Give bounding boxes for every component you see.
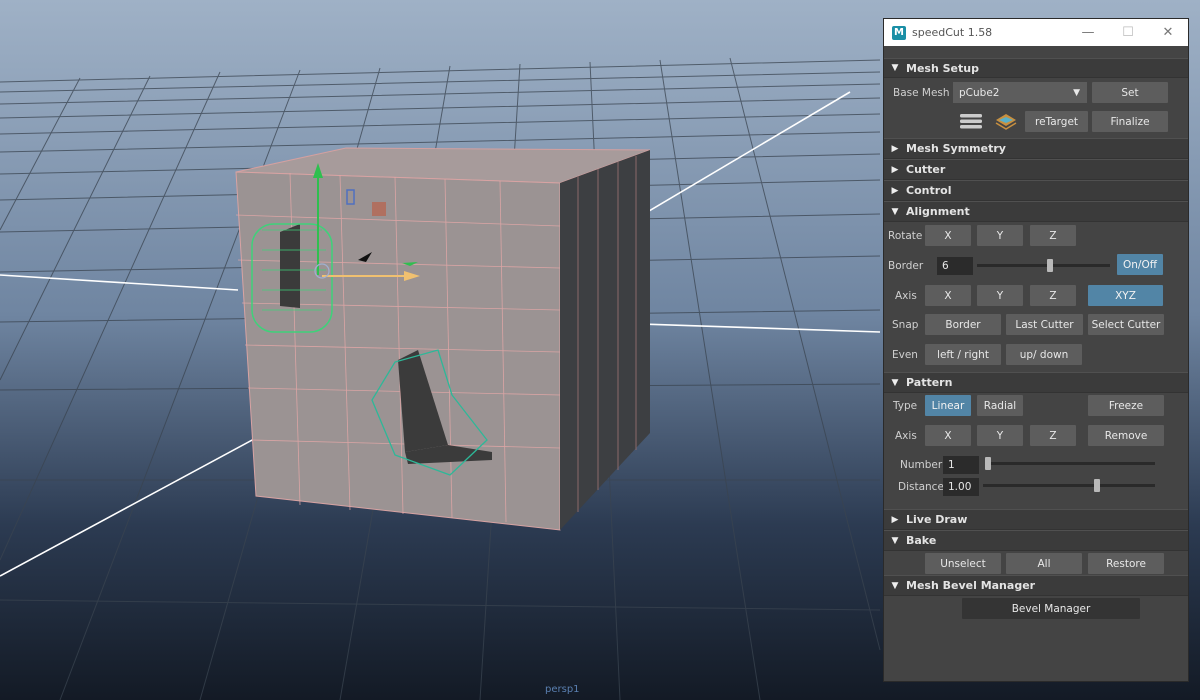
type-label: Type bbox=[893, 400, 918, 412]
list-icon[interactable] bbox=[959, 112, 983, 130]
section-title: Mesh Setup bbox=[906, 61, 979, 75]
set-button[interactable]: Set bbox=[1092, 82, 1168, 103]
pattern-axis-y-button[interactable]: Y bbox=[977, 425, 1023, 446]
expanded-triangle-icon: ▼ bbox=[891, 580, 899, 591]
even-left-right-button[interactable]: left / right bbox=[925, 344, 1001, 365]
speedcut-window: M speedCut 1.58 — ☐ ✕ ▼ Mesh Setup Base … bbox=[883, 18, 1189, 682]
expanded-triangle-icon: ▼ bbox=[891, 206, 899, 217]
mesh-setup-body: Base Mesh pCube2 ▼ Set reTarget Finalize bbox=[884, 78, 1188, 138]
dropdown-value: pCube2 bbox=[959, 86, 1000, 99]
close-button[interactable]: ✕ bbox=[1148, 19, 1188, 46]
section-alignment[interactable]: ▼ Alignment bbox=[884, 201, 1188, 222]
section-control[interactable]: ▶ Control bbox=[884, 180, 1188, 201]
pattern-remove-button[interactable]: Remove bbox=[1088, 425, 1164, 446]
even-up-down-button[interactable]: up/ down bbox=[1006, 344, 1082, 365]
section-title: Live Draw bbox=[906, 513, 968, 526]
bevel-body: Bevel Manager bbox=[884, 596, 1188, 626]
collapsed-triangle-icon: ▶ bbox=[891, 514, 899, 525]
alignment-body: Rotate X Y Z Border 6 On/Off Axis X Y Z … bbox=[884, 222, 1188, 372]
axis-label: Axis bbox=[895, 290, 917, 302]
window-titlebar[interactable]: M speedCut 1.58 — ☐ ✕ bbox=[884, 19, 1188, 46]
distance-label: Distance bbox=[898, 481, 944, 493]
finalize-button[interactable]: Finalize bbox=[1092, 111, 1168, 132]
rotate-y-button[interactable]: Y bbox=[977, 225, 1023, 246]
collapsed-triangle-icon: ▶ bbox=[891, 164, 899, 175]
slider-handle[interactable] bbox=[1047, 259, 1053, 272]
pattern-linear-button[interactable]: Linear bbox=[925, 395, 971, 416]
rotate-label: Rotate bbox=[888, 230, 923, 242]
maximize-button[interactable]: ☐ bbox=[1108, 19, 1148, 46]
even-label: Even bbox=[892, 349, 918, 361]
distance-value-field[interactable]: 1.00 bbox=[943, 478, 979, 496]
collapsed-triangle-icon: ▶ bbox=[891, 185, 899, 196]
section-live-draw[interactable]: ▶ Live Draw bbox=[884, 509, 1188, 530]
rotate-z-button[interactable]: Z bbox=[1030, 225, 1076, 246]
border-value-field[interactable]: 6 bbox=[937, 257, 973, 275]
section-mesh-setup[interactable]: ▼ Mesh Setup bbox=[884, 58, 1188, 78]
base-mesh-label: Base Mesh bbox=[893, 87, 950, 99]
collapsed-triangle-icon: ▶ bbox=[891, 143, 899, 154]
pattern-axis-label: Axis bbox=[895, 430, 917, 442]
section-title: Pattern bbox=[906, 376, 953, 389]
minimize-button[interactable]: — bbox=[1068, 19, 1108, 46]
bake-all-button[interactable]: All bbox=[1006, 553, 1082, 574]
section-title: Alignment bbox=[906, 205, 970, 218]
snap-last-cutter-button[interactable]: Last Cutter bbox=[1006, 314, 1083, 335]
border-label: Border bbox=[888, 260, 924, 272]
slider-handle[interactable] bbox=[985, 457, 991, 470]
pattern-axis-x-button[interactable]: X bbox=[925, 425, 971, 446]
number-label: Number bbox=[900, 459, 943, 471]
section-title: Bake bbox=[906, 534, 937, 547]
axis-xyz-button[interactable]: XYZ bbox=[1088, 285, 1163, 306]
border-slider[interactable] bbox=[977, 259, 1110, 272]
axis-y-button[interactable]: Y bbox=[977, 285, 1023, 306]
section-cutter[interactable]: ▶ Cutter bbox=[884, 159, 1188, 180]
snap-select-cutter-button[interactable]: Select Cutter bbox=[1088, 314, 1164, 335]
window-title: speedCut 1.58 bbox=[912, 26, 993, 39]
slider-handle[interactable] bbox=[1094, 479, 1100, 492]
snap-border-button[interactable]: Border bbox=[925, 314, 1001, 335]
section-title: Mesh Bevel Manager bbox=[906, 579, 1036, 592]
axis-x-button[interactable]: X bbox=[925, 285, 971, 306]
expanded-triangle-icon: ▼ bbox=[891, 63, 899, 73]
layers-icon[interactable] bbox=[994, 111, 1018, 131]
expanded-triangle-icon: ▼ bbox=[891, 535, 899, 546]
rotate-x-button[interactable]: X bbox=[925, 225, 971, 246]
bake-restore-button[interactable]: Restore bbox=[1088, 553, 1164, 574]
border-onoff-button[interactable]: On/Off bbox=[1117, 254, 1163, 275]
expanded-triangle-icon: ▼ bbox=[891, 377, 899, 388]
chevron-down-icon: ▼ bbox=[1073, 87, 1080, 98]
section-mesh-bevel-manager[interactable]: ▼ Mesh Bevel Manager bbox=[884, 575, 1188, 596]
pattern-body: Type Linear Radial Freeze Axis X Y Z Rem… bbox=[884, 393, 1188, 509]
number-value-field[interactable]: 1 bbox=[943, 456, 979, 474]
pattern-radial-button[interactable]: Radial bbox=[977, 395, 1023, 416]
number-slider[interactable] bbox=[985, 457, 1155, 470]
bake-body: Unselect All Restore bbox=[884, 551, 1188, 575]
base-mesh-dropdown[interactable]: pCube2 ▼ bbox=[953, 82, 1087, 103]
axis-z-button[interactable]: Z bbox=[1030, 285, 1076, 306]
section-title: Control bbox=[906, 184, 952, 197]
pattern-axis-z-button[interactable]: Z bbox=[1030, 425, 1076, 446]
bake-unselect-button[interactable]: Unselect bbox=[925, 553, 1001, 574]
camera-name-label: persp1 bbox=[545, 684, 580, 695]
snap-label: Snap bbox=[892, 319, 919, 331]
retarget-button[interactable]: reTarget bbox=[1025, 111, 1088, 132]
section-title: Cutter bbox=[906, 163, 946, 176]
maya-app-icon: M bbox=[892, 25, 906, 40]
distance-slider[interactable] bbox=[983, 479, 1155, 492]
pattern-freeze-button[interactable]: Freeze bbox=[1088, 395, 1164, 416]
section-bake[interactable]: ▼ Bake bbox=[884, 530, 1188, 551]
section-mesh-symmetry[interactable]: ▶ Mesh Symmetry bbox=[884, 138, 1188, 159]
bevel-manager-button[interactable]: Bevel Manager bbox=[962, 598, 1140, 619]
section-title: Mesh Symmetry bbox=[906, 142, 1006, 155]
section-pattern[interactable]: ▼ Pattern bbox=[884, 372, 1188, 393]
